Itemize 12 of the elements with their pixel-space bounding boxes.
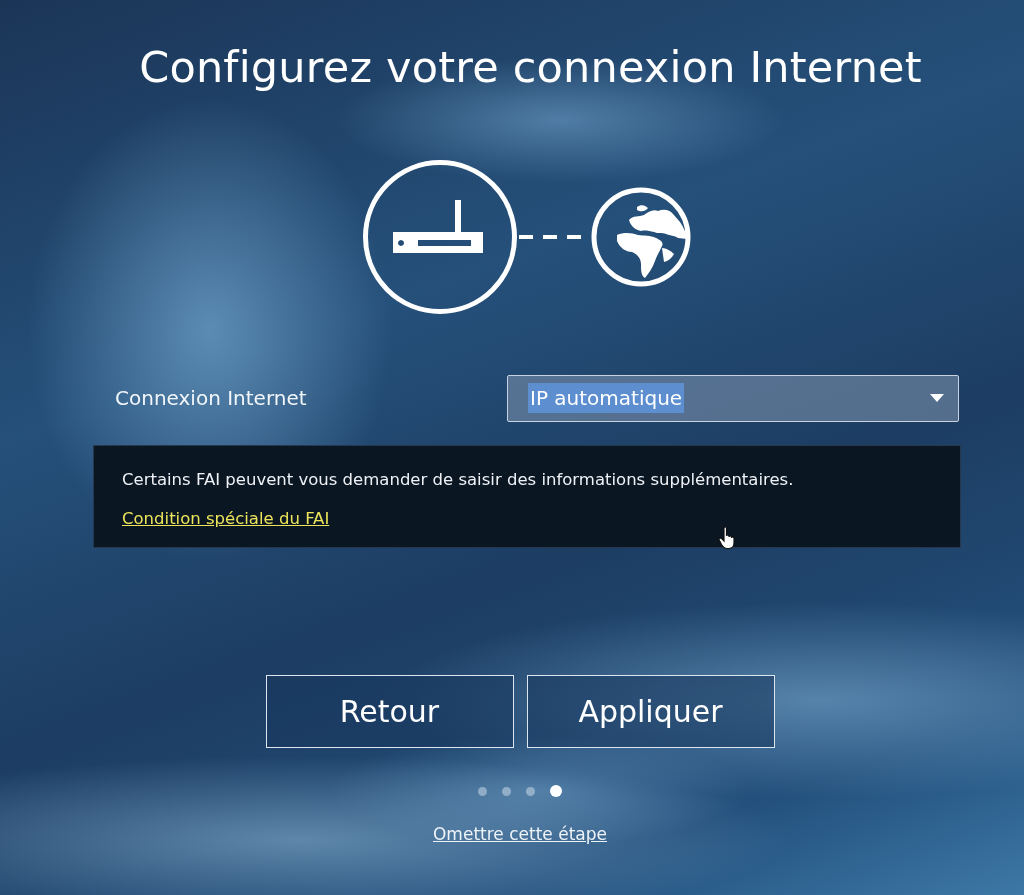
isp-condition-link[interactable]: Condition spéciale du FAI bbox=[122, 508, 330, 528]
router-icon bbox=[363, 160, 517, 314]
back-button[interactable]: Retour bbox=[265, 675, 514, 748]
globe-icon bbox=[591, 187, 691, 287]
selected-text: IP automatique bbox=[528, 383, 685, 413]
caret-icon bbox=[930, 394, 944, 402]
notice-text: Certains FAI peuvent vous demander de saisir des informations supplémentaires. bbox=[122, 469, 795, 491]
apply-button[interactable]: Appliquer bbox=[526, 675, 775, 748]
connection-label: Connexion Internet bbox=[114, 385, 307, 412]
skip-step-link[interactable]: Omettre cette étape bbox=[433, 822, 607, 848]
page-title: Configurez votre connexion Internet bbox=[138, 41, 923, 94]
hand-cursor-icon bbox=[718, 526, 738, 550]
